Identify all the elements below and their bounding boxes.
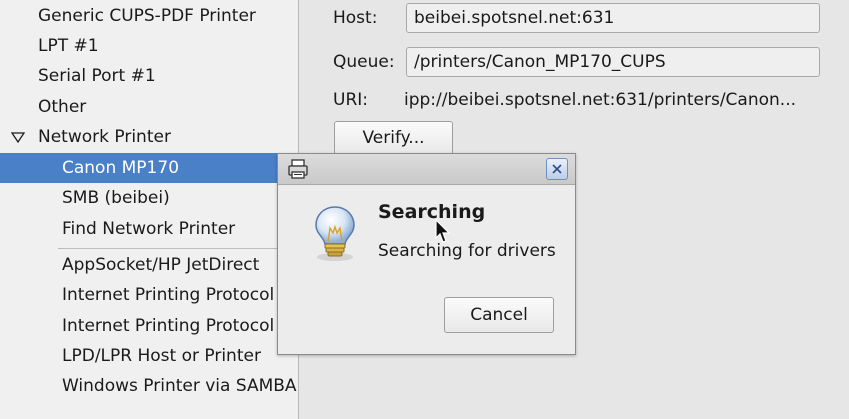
list-item[interactable]: Windows Printer via SAMBA bbox=[0, 371, 298, 401]
list-item-label: LPD/LPR Host or Printer bbox=[62, 346, 261, 366]
close-icon bbox=[552, 164, 562, 174]
list-item[interactable]: AppSocket/HP JetDirect bbox=[0, 250, 298, 280]
host-field[interactable]: beibei.spotsnel.net:631 bbox=[406, 3, 820, 33]
list-item-label: LPT #1 bbox=[38, 36, 99, 56]
lightbulb-icon bbox=[315, 206, 355, 261]
printer-setup-window: Generic CUPS-PDF Printer LPT #1 Serial P… bbox=[0, 0, 849, 419]
device-list[interactable]: Generic CUPS-PDF Printer LPT #1 Serial P… bbox=[0, 0, 299, 419]
list-item-label: Other bbox=[38, 97, 87, 117]
list-item[interactable]: Internet Printing Protocol bbox=[0, 280, 298, 310]
dialog-heading: Searching bbox=[378, 201, 486, 223]
list-item-label: Network Printer bbox=[38, 127, 171, 147]
list-item-selected[interactable]: Canon MP170 bbox=[0, 153, 298, 183]
dialog-titlebar[interactable] bbox=[278, 154, 575, 185]
searching-dialog: Searching Searching for drivers Cancel bbox=[277, 153, 576, 355]
verify-button[interactable]: Verify... bbox=[334, 121, 453, 155]
list-item-label: Find Network Printer bbox=[62, 219, 236, 239]
list-separator bbox=[58, 248, 298, 249]
cancel-button[interactable]: Cancel bbox=[444, 297, 554, 333]
expander-down-icon[interactable] bbox=[11, 122, 25, 152]
list-item-label: AppSocket/HP JetDirect bbox=[62, 255, 260, 275]
list-item-network-printer[interactable]: Network Printer bbox=[0, 122, 298, 152]
uri-label: URI: bbox=[333, 90, 368, 110]
list-item-label: Serial Port #1 bbox=[38, 66, 156, 86]
list-item[interactable]: Serial Port #1 bbox=[0, 61, 298, 91]
list-item-label: SMB (beibei) bbox=[62, 188, 170, 208]
close-button[interactable] bbox=[546, 158, 568, 180]
list-item[interactable]: Internet Printing Protocol bbox=[0, 311, 298, 341]
dialog-message: Searching for drivers bbox=[378, 241, 556, 261]
list-item-label: Generic CUPS-PDF Printer bbox=[38, 6, 256, 26]
mouse-cursor-icon bbox=[435, 219, 451, 243]
queue-label: Queue: bbox=[333, 52, 395, 72]
list-item-label: Canon MP170 bbox=[62, 158, 180, 178]
list-item[interactable]: Find Network Printer bbox=[0, 214, 298, 244]
list-item[interactable]: LPT #1 bbox=[0, 31, 298, 61]
host-label: Host: bbox=[333, 8, 378, 28]
list-item[interactable]: Generic CUPS-PDF Printer bbox=[0, 1, 298, 31]
list-item-label: Windows Printer via SAMBA bbox=[62, 376, 297, 396]
list-item[interactable]: LPD/LPR Host or Printer bbox=[0, 341, 298, 371]
list-item-label: Internet Printing Protocol bbox=[62, 285, 275, 305]
list-item[interactable]: SMB (beibei) bbox=[0, 183, 298, 213]
uri-value: ipp://beibei.spotsnel.net:631/printers/C… bbox=[404, 90, 796, 110]
list-item[interactable]: Other bbox=[0, 92, 298, 122]
list-item-label: Internet Printing Protocol bbox=[62, 316, 275, 336]
queue-field[interactable]: /printers/Canon_MP170_CUPS bbox=[406, 47, 820, 77]
printer-icon bbox=[288, 159, 308, 179]
